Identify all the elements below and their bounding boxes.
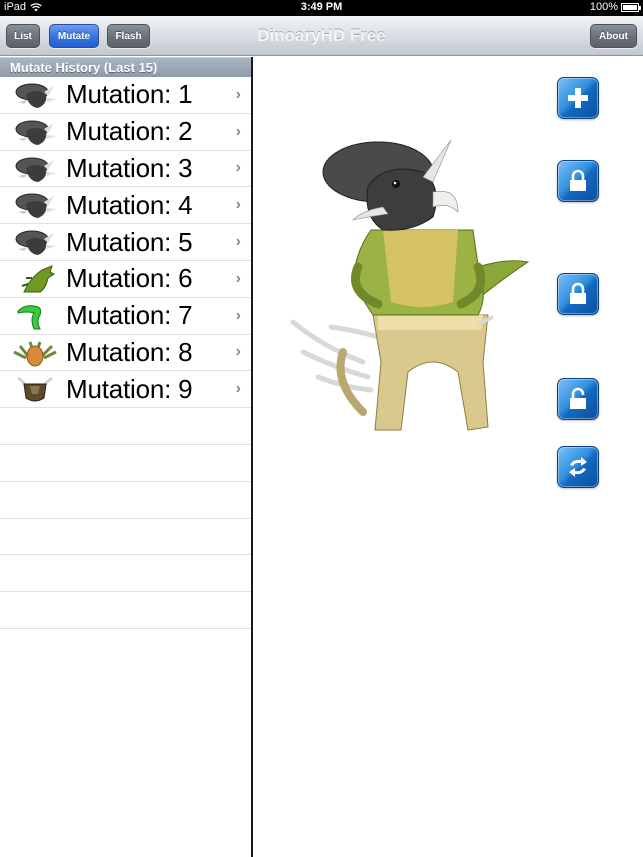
row-label: Mutation: 7: [66, 300, 193, 331]
section-header: Mutate History (Last 15): [0, 57, 251, 77]
row-label: Mutation: 9: [66, 373, 193, 404]
mutated-dinosaur-image: [290, 139, 530, 431]
lock-closed-icon: [570, 169, 586, 191]
empty-row: [0, 445, 251, 482]
chevron-right-icon: ›: [235, 343, 241, 361]
plus-icon: [568, 88, 588, 108]
lock-legs-button[interactable]: [557, 378, 599, 420]
lock-closed-icon: [570, 282, 586, 304]
triceratops-head-icon: [12, 154, 58, 184]
history-row[interactable]: Mutation: 7 ›: [0, 298, 251, 335]
row-label: Mutation: 1: [66, 79, 193, 110]
green-spiky-dino-icon: [12, 264, 58, 294]
row-label: Mutation: 4: [66, 189, 193, 220]
history-row[interactable]: Mutation: 5 ›: [0, 224, 251, 261]
empty-row: [0, 592, 251, 629]
battery-percent: 100%: [589, 1, 618, 13]
row-label: Mutation: 2: [66, 116, 193, 147]
body-section: [351, 229, 530, 316]
empty-row: [0, 555, 251, 593]
app-title: DinoaryHD Free: [257, 26, 386, 45]
horned-dino-head-icon: [12, 374, 58, 404]
chevron-right-icon: ›: [235, 122, 241, 140]
chevron-right-icon: ›: [235, 85, 241, 103]
history-row[interactable]: Mutation: 9 ›: [0, 371, 251, 409]
green-long-neck-dino-icon: [12, 301, 58, 331]
frilled-dino-icon: [12, 338, 58, 368]
head-section: [322, 139, 459, 231]
chevron-right-icon: ›: [235, 306, 241, 324]
about-button[interactable]: About: [590, 24, 637, 48]
chevron-right-icon: ›: [235, 380, 241, 398]
shuffle-button[interactable]: [557, 446, 599, 488]
empty-row: [0, 408, 251, 445]
triceratops-head-icon: [12, 117, 58, 147]
history-row[interactable]: Mutation: 6 ›: [0, 261, 251, 298]
status-bar: iPad 3:49 PM 100%: [0, 0, 643, 16]
chevron-right-icon: ›: [235, 269, 241, 287]
lock-open-icon: [570, 387, 586, 409]
triceratops-head-icon: [12, 227, 58, 257]
mutation-canvas: [253, 57, 643, 857]
row-label: Mutation: 5: [66, 226, 193, 257]
navigation-bar: List Mutate Flash DinoaryHD Free About: [0, 16, 643, 56]
history-row[interactable]: Mutation: 4 ›: [0, 187, 251, 225]
triceratops-head-icon: [12, 80, 58, 110]
clock: 3:49 PM: [300, 1, 343, 13]
legs-section: [290, 314, 494, 431]
chevron-right-icon: ›: [235, 159, 241, 177]
lock-body-button[interactable]: [557, 273, 599, 315]
chevron-right-icon: ›: [235, 196, 241, 214]
refresh-icon: [569, 457, 587, 477]
history-row[interactable]: Mutation: 8 ›: [0, 335, 251, 372]
empty-row: [0, 519, 251, 556]
lock-head-button[interactable]: [557, 160, 599, 202]
row-label: Mutation: 6: [66, 263, 193, 294]
history-row[interactable]: Mutation: 2 ›: [0, 114, 251, 151]
row-label: Mutation: 8: [66, 336, 193, 367]
triceratops-head-icon: [12, 190, 58, 220]
history-row[interactable]: Mutation: 1 ›: [0, 77, 251, 114]
battery-icon: [621, 2, 641, 12]
chevron-right-icon: ›: [235, 233, 241, 251]
add-button[interactable]: [557, 77, 599, 119]
mutate-history-panel: Mutate History (Last 15) Mutation: 1 › Mut…: [0, 57, 251, 857]
history-row[interactable]: Mutation: 3 ›: [0, 151, 251, 188]
row-label: Mutation: 3: [66, 152, 193, 183]
empty-row: [0, 482, 251, 519]
history-list: Mutation: 1 › Mutation: 2 › Mutation: 3 › Muta…: [0, 77, 251, 629]
